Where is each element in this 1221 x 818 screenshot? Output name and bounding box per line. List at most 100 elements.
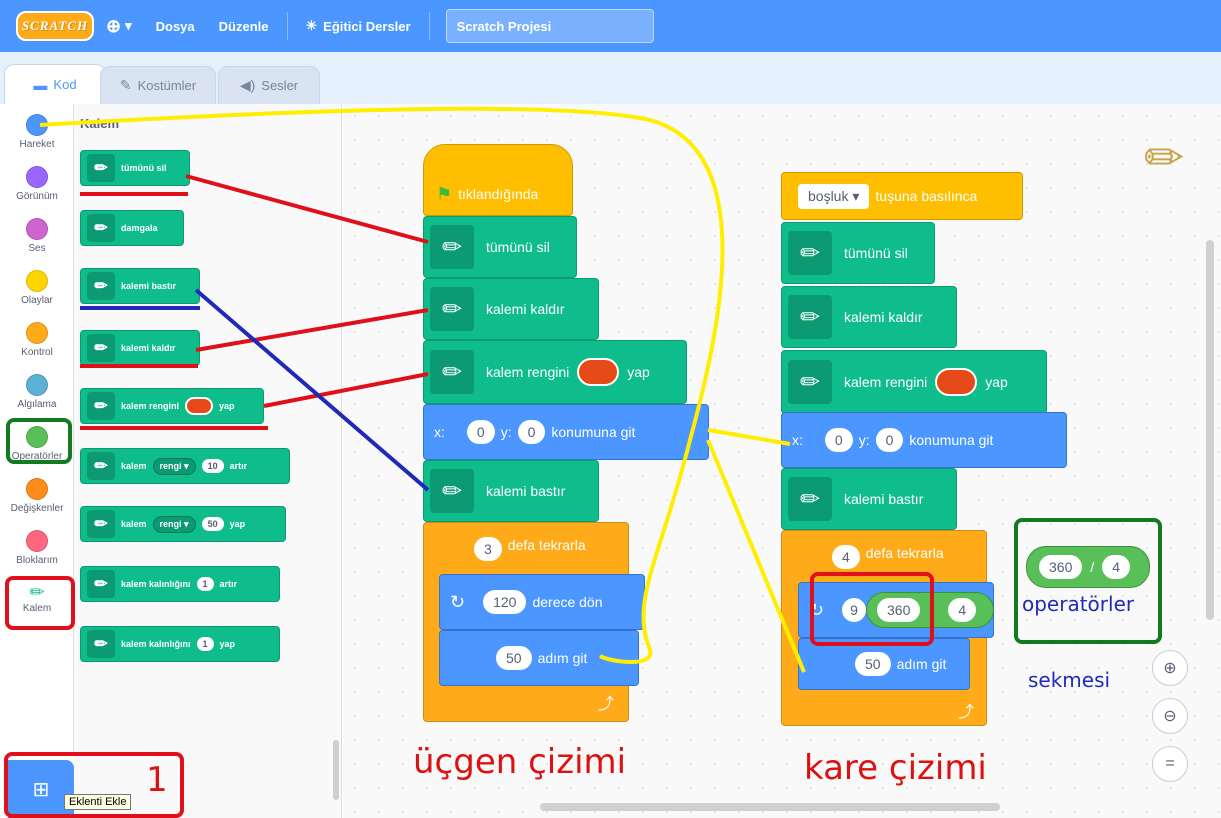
color-picker[interactable] [935, 368, 978, 396]
block-label: artır [219, 579, 238, 589]
set-pen-color-block[interactable]: ✏ kalem rengini yap [781, 350, 1047, 414]
zoom-in-button[interactable]: ⊕ [1152, 650, 1188, 686]
tab-code[interactable]: ▬ Kod [4, 64, 106, 104]
tab-costumes[interactable]: ✎ Kostümler [100, 66, 216, 104]
script-vertical-scrollbar[interactable] [1206, 240, 1214, 620]
pen-down-block[interactable]: ✏ kalemi bastır [781, 468, 957, 530]
zoom-in-icon: ⊕ [1163, 660, 1177, 677]
pen-icon: ✏ [87, 452, 115, 480]
zoom-reset-button[interactable]: = [1152, 746, 1188, 782]
repeat-count-input[interactable]: 3 [474, 537, 502, 561]
edit-menu[interactable]: Düzenle [207, 0, 281, 52]
script-horizontal-scrollbar[interactable] [540, 803, 1000, 811]
operand-right[interactable]: 4 [948, 598, 977, 622]
category-sensing[interactable]: Algılama [0, 374, 74, 424]
palette-block-stamp[interactable]: ✏ damgala [80, 210, 184, 246]
key-press-hat-block[interactable]: boşluk ▾ tuşuna basılınca [781, 172, 1023, 220]
color-picker[interactable] [577, 358, 620, 386]
brush-icon: ✎ [119, 77, 132, 93]
value-input[interactable]: 1 [196, 577, 214, 591]
category-looks[interactable]: Görünüm [0, 166, 74, 216]
key-dropdown[interactable]: boşluk ▾ [798, 183, 870, 209]
code-icon: ▬ [33, 76, 48, 93]
block-label: kalemi kaldır [121, 343, 176, 353]
value-input[interactable]: 10 [201, 459, 224, 473]
pen-up-block[interactable]: ✏ kalemi kaldır [423, 278, 599, 340]
color-picker[interactable] [185, 397, 214, 415]
pen-up-block[interactable]: ✏ kalemi kaldır [781, 286, 957, 348]
language-menu[interactable]: ⊕ ▾ [94, 0, 144, 52]
palette-block-clear[interactable]: ✏ tümünü sil [80, 150, 190, 186]
goto-xy-block[interactable]: x: 0 y: 0 konumuna git [423, 404, 709, 460]
goto-xy-block[interactable]: x: 0 y: 0 konumuna git [781, 412, 1067, 468]
pen-icon: ✏ [87, 154, 115, 182]
block-palette: Kalem ✏ tümünü sil ✏ damgala ✏ kalemi ba… [74, 104, 342, 818]
x-input[interactable]: 0 [466, 420, 495, 444]
annotation-box-operators-category [6, 418, 72, 464]
turn-block[interactable]: ↻ 120 derece dön [439, 574, 645, 630]
category-motion[interactable]: Hareket [0, 114, 74, 164]
pen-icon: ✏ [788, 295, 832, 339]
palette-block-set-color[interactable]: ✏ kalem rengini yap [80, 388, 264, 424]
category-sound[interactable]: Ses [0, 218, 74, 268]
steps-input[interactable]: 50 [496, 646, 532, 670]
menu-divider [286, 12, 288, 40]
pencil-sprite-icon: ✏ [1144, 132, 1185, 185]
globe-icon: ⊕ [106, 15, 122, 36]
scratch-logo[interactable]: SCRATCH [16, 11, 94, 41]
loop-arrow-icon: ⤴ [958, 704, 975, 721]
clear-block[interactable]: ✏ tümünü sil [781, 222, 935, 284]
value-input[interactable]: 1 [196, 637, 214, 651]
file-menu[interactable]: Dosya [144, 0, 207, 52]
block-label: yap [219, 639, 236, 649]
move-block[interactable]: 50 adım git [439, 630, 639, 686]
project-title-input[interactable]: Scratch Projesi [445, 9, 654, 43]
block-label: adım git [896, 656, 947, 672]
param-dropdown[interactable]: rengi ▾ [152, 457, 196, 475]
green-flag-hat-block[interactable]: ⚑ tıklandığında [423, 144, 573, 216]
zoom-out-button[interactable]: ⊖ [1152, 698, 1188, 734]
category-events[interactable]: Olaylar [0, 270, 74, 320]
block-label: kalem [121, 461, 147, 471]
speaker-icon: ◀) [239, 77, 256, 93]
block-label: artır [229, 461, 248, 471]
palette-block-pen-down[interactable]: ✏ kalemi bastır [80, 268, 200, 304]
palette-block-set-pen-param[interactable]: ✏ kalem rengi ▾ 50 yap [80, 506, 286, 542]
clear-block[interactable]: ✏ tümünü sil [423, 216, 577, 278]
tutorials-menu[interactable]: ☀ Eğitici Dersler [294, 0, 423, 52]
y-input[interactable]: 0 [517, 420, 546, 444]
block-label: kalemi bastır [844, 491, 924, 507]
category-my-blocks[interactable]: Bloklarım [0, 530, 74, 580]
tutorials-label: Eğitici Dersler [323, 18, 411, 34]
block-label: y: [858, 432, 870, 448]
category-label: Görünüm [16, 191, 58, 202]
repeat-count-input[interactable]: 4 [832, 545, 860, 569]
category-dot [26, 374, 48, 396]
palette-block-set-size[interactable]: ✏ kalem kalınlığını 1 yap [80, 626, 280, 662]
x-input[interactable]: 0 [824, 428, 853, 452]
block-label: kalem kalınlığını [121, 579, 191, 589]
value-input[interactable]: 50 [201, 517, 224, 531]
steps-input[interactable]: 50 [855, 652, 891, 676]
palette-block-change-size[interactable]: ✏ kalem kalınlığını 1 artır [80, 566, 280, 602]
palette-block-pen-up[interactable]: ✏ kalemi kaldır [80, 330, 200, 366]
category-variables[interactable]: Değişkenler [0, 478, 74, 528]
block-label: yap [627, 364, 650, 380]
set-pen-color-block[interactable]: ✏ kalem rengini yap [423, 340, 687, 404]
degree-input[interactable]: 120 [483, 590, 527, 614]
menu-divider [428, 12, 430, 40]
triangle-caption: üçgen çizimi [413, 742, 627, 782]
palette-scrollbar[interactable] [333, 740, 339, 800]
block-label: y: [500, 424, 512, 440]
tab-sounds[interactable]: ◀) Sesler [218, 66, 320, 104]
y-input[interactable]: 0 [875, 428, 904, 452]
block-label: kalem [121, 519, 147, 529]
block-label: defa tekrarla [507, 537, 586, 553]
block-label: kalemi kaldır [486, 301, 565, 317]
category-dot [26, 114, 48, 136]
pen-down-block[interactable]: ✏ kalemi bastır [423, 460, 599, 522]
param-dropdown[interactable]: rengi ▾ [152, 515, 196, 533]
category-label: Kontrol [21, 347, 53, 358]
palette-block-change-pen-param[interactable]: ✏ kalem rengi ▾ 10 artır [80, 448, 290, 484]
category-control[interactable]: Kontrol [0, 322, 74, 372]
